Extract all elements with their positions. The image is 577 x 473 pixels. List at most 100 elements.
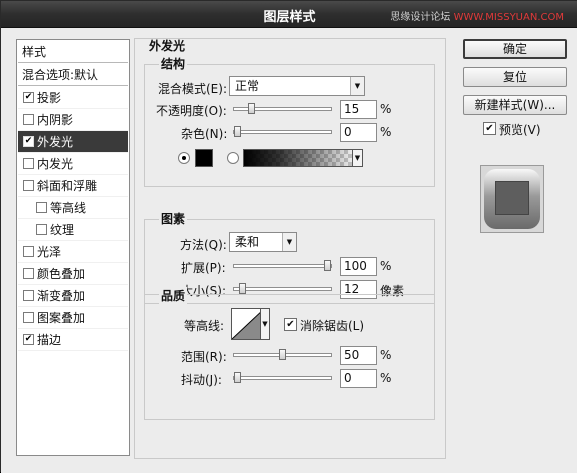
style-list: 样式 混合选项:默认 ✔ 投影 内阴影 ✔ 外发光 内发光 斜面和浮雕 等高线 纹理 光泽 颜色叠加… <box>16 39 130 456</box>
opacity-input[interactable]: 15 <box>340 100 377 119</box>
style-item-checkbox[interactable]: ✔ <box>23 334 34 345</box>
chevron-down-icon: ▼ <box>282 233 296 251</box>
style-item[interactable]: 等高线 <box>18 197 128 219</box>
structure-title: 结构 <box>159 55 188 72</box>
style-item-label: 等高线 <box>50 201 87 215</box>
ok-button[interactable]: 确定 <box>463 39 567 59</box>
style-item-checkbox[interactable] <box>36 202 47 213</box>
style-item[interactable]: 光泽 <box>18 241 128 263</box>
contour-label: 等高线: <box>184 319 225 333</box>
blend-mode-select[interactable]: 正常 ▼ <box>229 76 365 96</box>
style-item-label: 内阴影 <box>37 113 74 127</box>
preview-checkbox[interactable]: ✔ <box>483 122 496 135</box>
range-unit: % <box>380 348 392 362</box>
noise-slider-thumb[interactable] <box>234 126 241 137</box>
style-item-checkbox[interactable] <box>23 180 34 191</box>
range-input[interactable]: 50 <box>340 346 377 365</box>
style-item-label: 图案叠加 <box>37 311 86 325</box>
gradient-chevron-down-icon[interactable]: ▼ <box>352 149 363 167</box>
style-item[interactable]: 图案叠加 <box>18 307 128 329</box>
jitter-slider-thumb[interactable] <box>234 372 241 383</box>
style-item-checkbox[interactable] <box>36 224 47 235</box>
style-item[interactable]: ✔ 投影 <box>18 87 128 109</box>
jitter-label: 抖动(J): <box>181 373 222 387</box>
style-item[interactable]: 渐变叠加 <box>18 285 128 307</box>
style-item-checkbox[interactable] <box>23 290 34 301</box>
spread-label: 扩展(P): <box>181 261 226 275</box>
new-style-button[interactable]: 新建样式(W)... <box>463 95 567 115</box>
spread-slider-thumb[interactable] <box>324 260 331 271</box>
gradient-radio[interactable] <box>227 152 239 164</box>
style-item-label: 描边 <box>37 333 62 347</box>
watermark-prefix: 思缘设计论坛 <box>390 12 451 23</box>
blending-options-label: 混合选项:默认 <box>22 68 99 82</box>
blend-mode-value: 正常 <box>235 79 260 93</box>
preview-bevel <box>484 169 540 229</box>
chevron-down-icon: ▼ <box>350 77 364 95</box>
blending-options-item[interactable]: 混合选项:默认 <box>18 64 128 86</box>
style-item-checkbox[interactable] <box>23 246 34 257</box>
dialog-body: 样式 混合选项:默认 ✔ 投影 内阴影 ✔ 外发光 内发光 斜面和浮雕 等高线 纹理 光泽 颜色叠加… <box>1 28 577 473</box>
contour-chevron-down-icon[interactable]: ▼ <box>260 308 270 340</box>
style-item-checkbox[interactable] <box>23 114 34 125</box>
noise-input[interactable]: 0 <box>340 123 377 142</box>
style-item-label: 纹理 <box>50 223 75 237</box>
style-item-checkbox[interactable]: ✔ <box>23 92 34 103</box>
technique-select[interactable]: 柔和 ▼ <box>229 232 297 252</box>
glow-gradient-picker[interactable] <box>243 149 361 167</box>
opacity-unit: % <box>380 102 392 116</box>
style-item-label: 光泽 <box>37 245 62 259</box>
title-bar[interactable]: 图层样式 思缘设计论坛 WWW.MISSYUAN.COM <box>1 1 577 28</box>
style-item-label: 内发光 <box>37 157 74 171</box>
style-item-label: 渐变叠加 <box>37 289 86 303</box>
anti-alias-checkbox[interactable]: ✔ <box>284 318 297 331</box>
solid-color-radio[interactable] <box>178 152 190 164</box>
noise-label: 杂色(N): <box>181 127 228 141</box>
style-item-checkbox[interactable] <box>23 268 34 279</box>
technique-value: 柔和 <box>235 235 260 249</box>
outer-glow-title: 外发光 <box>149 39 186 53</box>
jitter-unit: % <box>380 371 392 385</box>
style-preview-thumbnail <box>480 165 544 233</box>
spread-unit: % <box>380 259 392 273</box>
style-item-label: 投影 <box>37 91 62 105</box>
watermark: 思缘设计论坛 WWW.MISSYUAN.COM <box>390 8 564 23</box>
style-item[interactable]: 内阴影 <box>18 109 128 131</box>
range-slider-thumb[interactable] <box>279 349 286 360</box>
jitter-input[interactable]: 0 <box>340 369 377 388</box>
range-slider[interactable] <box>233 349 332 360</box>
preview-core <box>495 181 529 215</box>
style-item[interactable]: ✔ 外发光 <box>18 131 128 153</box>
watermark-site: WWW.MISSYUAN.COM <box>453 12 564 23</box>
style-item-checkbox[interactable]: ✔ <box>23 136 34 147</box>
spread-slider[interactable] <box>233 260 332 271</box>
style-item-checkbox[interactable] <box>23 158 34 169</box>
elements-title: 图素 <box>159 210 188 227</box>
anti-alias-label: 消除锯齿(L) <box>300 319 365 333</box>
style-item[interactable]: 颜色叠加 <box>18 263 128 285</box>
style-item[interactable]: 纹理 <box>18 219 128 241</box>
jitter-slider[interactable] <box>233 372 332 383</box>
style-item-label: 外发光 <box>37 135 74 149</box>
preview-label: 预览(V) <box>499 123 541 137</box>
opacity-slider-thumb[interactable] <box>248 103 255 114</box>
blend-mode-label: 混合模式(E): <box>158 82 227 96</box>
style-item-label: 颜色叠加 <box>37 267 86 281</box>
style-item-checkbox[interactable] <box>23 312 34 323</box>
opacity-slider[interactable] <box>233 103 332 114</box>
style-list-header[interactable]: 样式 <box>18 41 128 63</box>
style-item[interactable]: ✔ 描边 <box>18 329 128 351</box>
style-item-label: 斜面和浮雕 <box>37 179 98 193</box>
style-item[interactable]: 内发光 <box>18 153 128 175</box>
glow-color-swatch[interactable] <box>195 149 213 167</box>
noise-slider[interactable] <box>233 126 332 137</box>
noise-unit: % <box>380 125 392 139</box>
size-slider[interactable] <box>233 283 332 294</box>
spread-input[interactable]: 100 <box>340 257 377 276</box>
style-item[interactable]: 斜面和浮雕 <box>18 175 128 197</box>
reset-button[interactable]: 复位 <box>463 67 567 87</box>
size-slider-thumb[interactable] <box>239 283 246 294</box>
technique-label: 方法(Q): <box>180 238 227 252</box>
quality-title: 品质 <box>159 287 188 304</box>
range-label: 范围(R): <box>181 350 227 364</box>
